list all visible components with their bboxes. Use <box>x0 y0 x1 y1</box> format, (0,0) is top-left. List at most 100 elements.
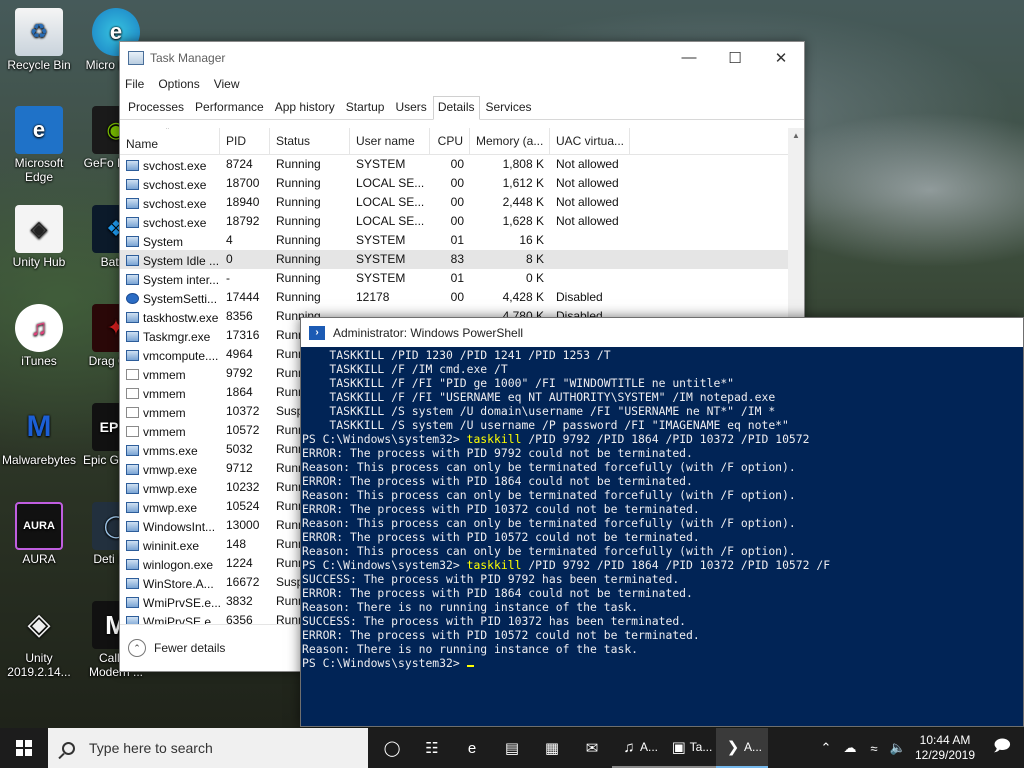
menu-options[interactable]: Options <box>158 77 199 91</box>
system-tray: ⌃ ☁ ≈ 🔈 10:44 AM 12/29/2019 🗩 <box>814 728 1024 768</box>
table-row[interactable]: System inter... - Running SYSTEM 01 0 K <box>120 269 788 288</box>
action-center-icon[interactable]: 🗩 <box>980 728 1024 768</box>
cell-cpu: 00 <box>450 176 464 190</box>
taskmgr-taskbar-button[interactable]: ▣ Ta... <box>664 728 716 768</box>
onedrive-cloud-icon[interactable]: ☁ <box>838 740 862 756</box>
mail-button[interactable]: ✉ <box>572 728 612 768</box>
wifi-icon[interactable]: ≈ <box>862 741 886 756</box>
cell-name: vmmem <box>120 383 220 402</box>
process-icon <box>126 179 139 190</box>
process-icon <box>126 331 139 342</box>
desktop-icon-microsoft-edge[interactable]: e Microsoft Edge <box>0 106 78 184</box>
tab-services[interactable]: Services <box>481 96 537 119</box>
windows-logo-icon <box>16 740 32 756</box>
powershell-titlebar[interactable]: › Administrator: Windows PowerShell <box>301 318 1023 347</box>
desktop-icon-malwarebytes[interactable]: M Malwarebytes <box>0 403 78 468</box>
cell-pid: 9792 <box>226 366 253 380</box>
console-prompt: PS C:\Windows\system32> <box>302 432 467 446</box>
console-line: ERROR: The process with PID 1864 could n… <box>302 586 1023 600</box>
console-line: SUCCESS: The process with PID 10372 has … <box>302 614 1023 628</box>
edge-button[interactable]: e <box>452 728 492 768</box>
cell-cpu: 83 <box>450 252 464 266</box>
desktop-icon-unity[interactable]: ◈ Unity 2019.2.14... <box>0 601 78 680</box>
table-row[interactable]: SystemSetti... 17444 Running 12178 00 4,428 K… <box>120 288 788 307</box>
cell-pid: 10372 <box>226 404 260 418</box>
tab-app-history[interactable]: App history <box>270 96 340 119</box>
store-button[interactable]: ▦ <box>532 728 572 768</box>
column-header-status[interactable]: Status <box>270 128 350 154</box>
console-args: /PID 9792 /PID 1864 /PID 10372 /PID 1057… <box>521 432 810 446</box>
console-output[interactable]: TASKKILL /PID 1230 /PID 1241 /PID 1253 /… <box>301 347 1023 670</box>
process-icon <box>126 198 139 209</box>
volume-icon[interactable]: 🔈 <box>886 740 910 756</box>
taskmgr-taskbar-icon: ▣ <box>671 739 686 756</box>
desktop-icon-itunes[interactable]: ♫ iTunes <box>0 304 78 368</box>
clock[interactable]: 10:44 AM 12/29/2019 <box>910 733 980 763</box>
powershell-window[interactable]: › Administrator: Windows PowerShell TASK… <box>300 317 1024 727</box>
console-text: Reason: This process can only be termina… <box>302 516 796 530</box>
table-row[interactable]: System Idle ... 0 Running SYSTEM 83 8 K <box>120 250 788 269</box>
tab-details[interactable]: Details <box>432 96 480 120</box>
task-view-button[interactable]: ◯ <box>372 728 412 768</box>
timeline-button[interactable]: ☷ <box>412 728 452 768</box>
minimize-button[interactable]: — <box>666 42 712 73</box>
console-text: ERROR: The process with PID 10372 could … <box>302 502 700 516</box>
cell-pid: 10232 <box>226 480 260 494</box>
console-text: TASKKILL /S system /U domain\username /F… <box>302 404 776 418</box>
scroll-up-icon[interactable]: ▲ <box>788 128 804 144</box>
column-header-uac[interactable]: UAC virtua... <box>550 128 630 154</box>
cell-user: SYSTEM <box>356 271 406 285</box>
table-row[interactable]: svchost.exe 18792 Running LOCAL SE... 00 1,62… <box>120 212 788 231</box>
cell-uac: Disabled <box>556 290 603 304</box>
desktop-icon-unity-hub[interactable]: ◈ Unity Hub <box>0 205 78 269</box>
console-text: ERROR: The process with PID 1864 could n… <box>302 474 693 488</box>
task-manager-titlebar[interactable]: Task Manager — ☐ ✕ <box>120 42 804 73</box>
column-header-pid[interactable]: PID <box>220 128 270 154</box>
cell-pid: 18940 <box>226 195 260 209</box>
tab-processes[interactable]: Processes <box>123 96 189 119</box>
console-line: TASKKILL /F /IM cmd.exe /T <box>302 362 1023 376</box>
process-icon <box>126 521 139 532</box>
column-header-name[interactable]: ˆ Name <box>120 128 220 154</box>
unity-hub-icon: ◈ <box>15 205 63 253</box>
fewer-details-link[interactable]: Fewer details <box>154 641 225 655</box>
powershell-taskbar-button[interactable]: ❯ A... <box>716 728 768 768</box>
table-row[interactable]: svchost.exe 18700 Running LOCAL SE... 00 1,61… <box>120 174 788 193</box>
process-icon <box>126 388 139 399</box>
cell-status: Running <box>276 214 321 228</box>
maximize-button[interactable]: ☐ <box>712 42 758 73</box>
menu-file[interactable]: File <box>125 77 144 91</box>
taskbar-search-box[interactable]: Type here to search <box>48 728 368 768</box>
console-text: TASKKILL /S system /U username /P passwo… <box>302 418 789 432</box>
table-row[interactable]: svchost.exe 18940 Running LOCAL SE... 00 2,44… <box>120 193 788 212</box>
show-hidden-icons-chevron-icon[interactable]: ⌃ <box>814 740 838 756</box>
close-button[interactable]: ✕ <box>758 42 804 73</box>
cell-name: vmwp.exe <box>120 497 220 516</box>
malwarebytes-icon: M <box>26 410 52 443</box>
itunes-taskbar-button[interactable]: ♫ A... <box>612 728 664 768</box>
console-line: Reason: This process can only be termina… <box>302 544 1023 558</box>
console-line: TASKKILL /S system /U domain\username /F… <box>302 404 1023 418</box>
column-header-memory[interactable]: Memory (a... <box>470 128 550 154</box>
desktop-icon-recycle-bin[interactable]: ♻ Recycle Bin <box>0 8 78 72</box>
column-header-cpu[interactable]: CPU <box>430 128 470 154</box>
window-title: Task Manager <box>150 50 226 65</box>
column-header-user[interactable]: User name <box>350 128 430 154</box>
table-row[interactable]: svchost.exe 8724 Running SYSTEM 00 1,808 K Not… <box>120 155 788 174</box>
process-icon <box>126 616 139 624</box>
desktop-icon-aura[interactable]: AURA AURA <box>0 502 78 566</box>
table-row[interactable]: System 4 Running SYSTEM 01 16 K <box>120 231 788 250</box>
cell-pid: 1224 <box>226 556 253 570</box>
tab-startup[interactable]: Startup <box>341 96 390 119</box>
start-button[interactable] <box>0 728 48 768</box>
tab-performance[interactable]: Performance <box>190 96 269 119</box>
tab-users[interactable]: Users <box>390 96 431 119</box>
cell-uac: Not allowed <box>556 176 619 190</box>
console-line: ERROR: The process with PID 10372 could … <box>302 502 1023 516</box>
chevron-up-icon[interactable]: ⌃ <box>128 639 146 657</box>
cell-pid: 16672 <box>226 575 260 589</box>
menu-view[interactable]: View <box>214 77 240 91</box>
console-line: Reason: This process can only be termina… <box>302 488 1023 502</box>
process-icon <box>126 540 139 551</box>
file-explorer-button[interactable]: ▤ <box>492 728 532 768</box>
